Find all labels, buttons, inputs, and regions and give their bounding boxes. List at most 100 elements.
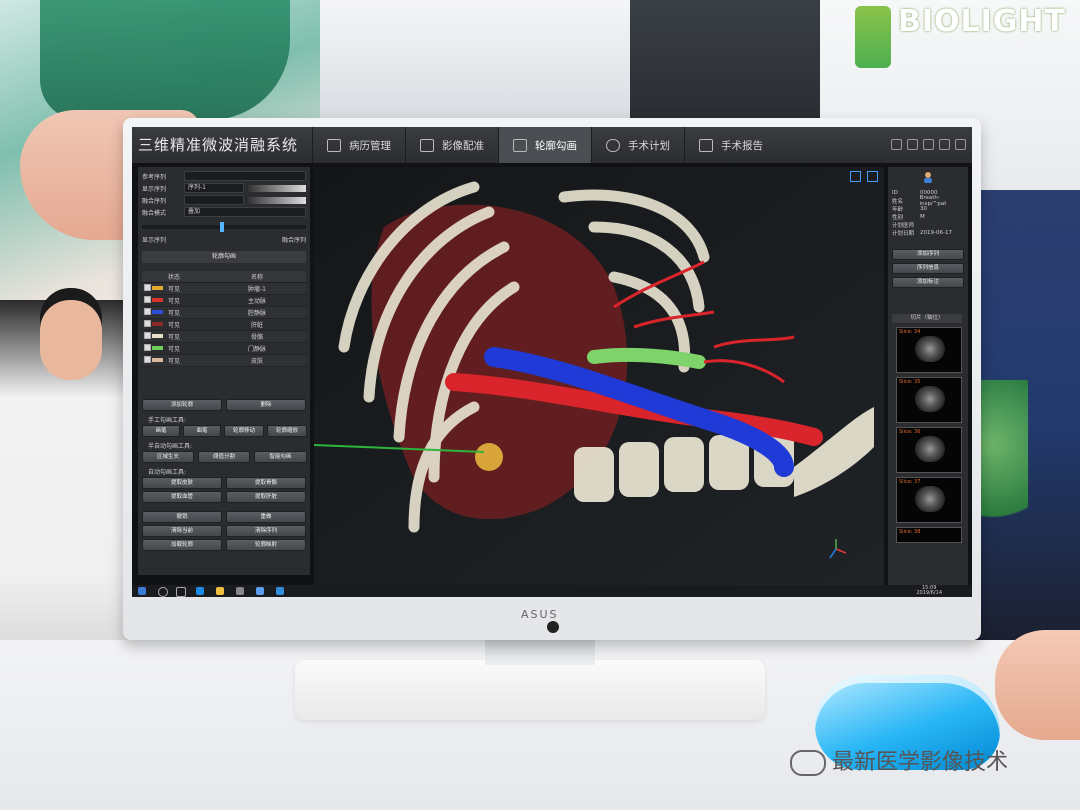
- start-icon[interactable]: [138, 587, 146, 595]
- settings-icon[interactable]: [891, 139, 902, 150]
- info-key: 年龄: [892, 207, 904, 213]
- clear-current-button[interactable]: 清除当前: [142, 525, 222, 537]
- layer-row[interactable]: 可见 腔静脉: [142, 307, 306, 319]
- layout-icon[interactable]: [850, 171, 861, 182]
- brush-button[interactable]: 画笔: [142, 425, 180, 437]
- contour-move-button[interactable]: 轮廓移动: [224, 425, 264, 437]
- close-icon[interactable]: [955, 139, 966, 150]
- disp-window-bar[interactable]: [248, 184, 306, 192]
- tab-records[interactable]: 病历管理: [312, 127, 405, 163]
- app-title: 三维精准微波消融系统: [138, 136, 299, 154]
- fuse-window-bar[interactable]: [248, 196, 306, 204]
- layer-color-swatch[interactable]: [152, 286, 163, 290]
- patient-info: ID 00000 姓名 Breath-insp/^pat 年龄 30 性别 M 计划医师 计划日期…: [892, 189, 966, 237]
- disp-select[interactable]: 序列-1: [184, 183, 244, 193]
- layer-color-swatch[interactable]: [152, 310, 163, 314]
- extract-bone-button[interactable]: 提取骨骼: [226, 477, 306, 489]
- slice-thumbnail[interactable]: Slice: 37: [896, 477, 962, 523]
- layer-row[interactable]: 可见 肝脏: [142, 319, 306, 331]
- add-marker-button[interactable]: 添加标注: [892, 277, 964, 288]
- mode-select[interactable]: 叠加: [184, 207, 306, 217]
- mail-icon[interactable]: [256, 587, 264, 595]
- threshold-seg-button[interactable]: 阈值分割: [198, 451, 250, 463]
- tab-contour[interactable]: 轮廓勾画: [498, 127, 591, 163]
- dark-wall: [630, 0, 840, 120]
- explorer-icon[interactable]: [216, 587, 224, 595]
- tab-registration[interactable]: 影像配准: [405, 127, 498, 163]
- layer-row[interactable]: 可见 肿瘤-1: [142, 283, 306, 295]
- info-key: 性别: [892, 215, 904, 221]
- layer-color-swatch[interactable]: [152, 346, 163, 350]
- help-icon[interactable]: [907, 139, 918, 150]
- portal-vein-mesh: [587, 347, 706, 369]
- contour-map-button[interactable]: 轮廓映射: [226, 539, 306, 551]
- app-topbar: 三维精准微波消融系统 病历管理 影像配准 轮廓勾画 手术计划 手术报告: [132, 127, 972, 164]
- layer-color-swatch[interactable]: [152, 298, 163, 302]
- layer-row[interactable]: 可见 骨骼: [142, 331, 306, 343]
- redo-button[interactable]: 重做: [226, 511, 306, 523]
- load-contour-button[interactable]: 加载轮廓: [142, 539, 222, 551]
- monitor: 三维精准微波消融系统 病历管理 影像配准 轮廓勾画 手术计划 手术报告 参考序列…: [123, 118, 981, 640]
- eraser-button[interactable]: 曲笔: [183, 425, 221, 437]
- edge-icon[interactable]: [196, 587, 204, 595]
- slice-thumbnail[interactable]: Slice: 34: [896, 327, 962, 373]
- layer-name: 门静脉: [247, 346, 266, 353]
- visibility-checkbox[interactable]: [144, 296, 151, 303]
- layer-color-swatch[interactable]: [152, 334, 163, 338]
- layer-status: 可见: [168, 346, 181, 353]
- tab-report[interactable]: 手术报告: [684, 127, 777, 163]
- fullscreen-icon[interactable]: [867, 171, 878, 182]
- slice-panel-header: 切片（轴位）: [892, 314, 962, 323]
- render-3d-viewport[interactable]: [314, 167, 884, 585]
- extract-skin-button[interactable]: 提取皮肤: [142, 477, 222, 489]
- layer-color-swatch[interactable]: [152, 358, 163, 362]
- visibility-checkbox[interactable]: [144, 320, 151, 327]
- info-row: 性别 M: [892, 213, 966, 221]
- hand: [995, 630, 1080, 740]
- minimize-icon[interactable]: [923, 139, 934, 150]
- smart-contour-button[interactable]: 智能勾画: [254, 451, 307, 463]
- app-taskbar-icon[interactable]: [276, 587, 284, 595]
- visibility-checkbox[interactable]: [144, 344, 151, 351]
- main-tabs: 病历管理 影像配准 轮廓勾画 手术计划 手术报告: [312, 127, 777, 163]
- contour-scale-button[interactable]: 轮廓缩放: [267, 425, 307, 437]
- extract-liver-button[interactable]: 提取肝脏: [226, 491, 306, 503]
- search-icon[interactable]: [158, 587, 168, 597]
- task-view-icon[interactable]: [176, 587, 186, 597]
- ref-select[interactable]: [184, 171, 306, 181]
- layer-status: 可见: [168, 358, 181, 365]
- slider-labels: 显示序列 融合序列: [142, 235, 306, 244]
- visibility-checkbox[interactable]: [144, 356, 151, 363]
- layer-name: 腔静脉: [247, 310, 266, 317]
- sequence-info-button[interactable]: 序列信息: [892, 263, 964, 274]
- layer-name: 皮肤: [250, 358, 263, 365]
- slice-thumbnail[interactable]: Slice: 36: [896, 427, 962, 473]
- maximize-icon[interactable]: [939, 139, 950, 150]
- slider-knob[interactable]: [220, 222, 224, 232]
- info-key: 姓名: [892, 199, 904, 205]
- layer-row[interactable]: 可见 皮肤: [142, 355, 306, 367]
- clock-date: 2019/6/14: [916, 590, 942, 596]
- visibility-checkbox[interactable]: [144, 308, 151, 315]
- add-contour-button[interactable]: 添加轮廓: [142, 399, 222, 411]
- layer-row[interactable]: 可见 门静脉: [142, 343, 306, 355]
- undo-button[interactable]: 撤销: [142, 511, 222, 523]
- add-sequence-button[interactable]: 添加序列: [892, 249, 964, 260]
- visibility-checkbox[interactable]: [144, 332, 151, 339]
- visibility-checkbox[interactable]: [144, 284, 151, 291]
- layer-color-swatch[interactable]: [152, 322, 163, 326]
- fuse-select[interactable]: [184, 195, 244, 205]
- visitor-left: [0, 300, 135, 690]
- fusion-slider[interactable]: [142, 222, 306, 232]
- region-grow-button[interactable]: 区域生长: [142, 451, 194, 463]
- clear-sequence-button[interactable]: 清除序列: [226, 525, 306, 537]
- slice-thumbnail[interactable]: Slice: 35: [896, 377, 962, 423]
- tab-label: 病历管理: [349, 139, 391, 152]
- layer-row[interactable]: 可见 主动脉: [142, 295, 306, 307]
- slice-thumbnail[interactable]: Slice: 38: [896, 527, 962, 543]
- tab-planning[interactable]: 手术计划: [591, 127, 684, 163]
- info-value: M: [920, 214, 925, 220]
- extract-vessel-button[interactable]: 提取血管: [142, 491, 222, 503]
- delete-button[interactable]: 删除: [226, 399, 306, 411]
- store-icon[interactable]: [236, 587, 244, 595]
